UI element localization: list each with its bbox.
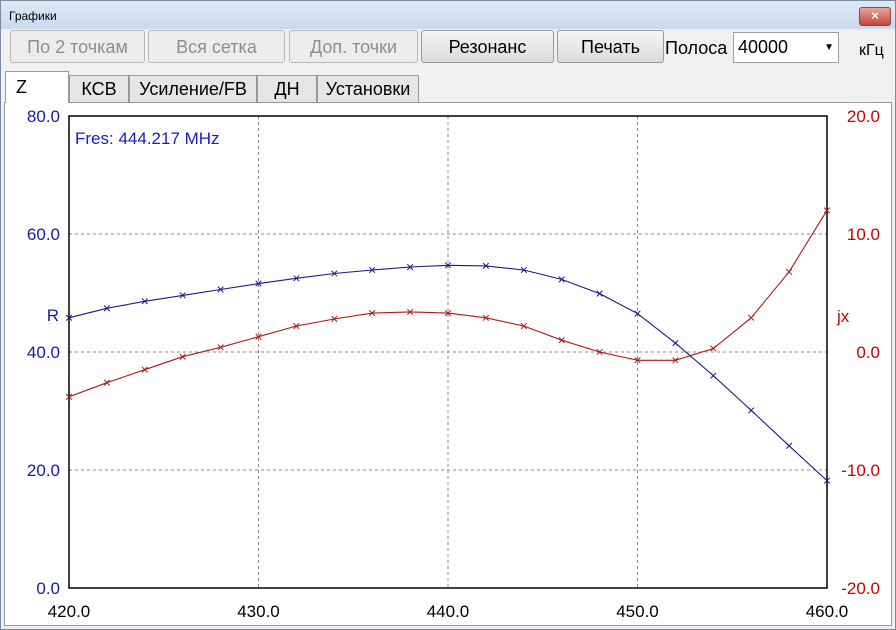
y-right-axis-label: jx bbox=[836, 307, 850, 326]
y-right-tick-label: 10.0 bbox=[847, 225, 880, 244]
two-points-button[interactable]: По 2 точкам bbox=[10, 30, 145, 63]
band-label: Полоса bbox=[665, 38, 728, 58]
print-button[interactable]: Печать bbox=[557, 30, 664, 63]
data-point-jx bbox=[748, 314, 755, 321]
title-bar[interactable]: Графики × bbox=[1, 1, 895, 29]
x-tick-label: 430.0 bbox=[237, 602, 280, 621]
data-point-jx bbox=[141, 366, 148, 373]
band-value: 40000 bbox=[738, 37, 789, 57]
tab-z[interactable]: Z bbox=[5, 71, 69, 103]
band-select[interactable]: 40000 ▼ bbox=[733, 32, 839, 63]
data-point-jx bbox=[785, 268, 793, 275]
data-point-jx bbox=[103, 379, 111, 386]
y-right-tick-label: 20.0 bbox=[847, 107, 880, 126]
tab-swr[interactable]: КСВ bbox=[69, 75, 129, 102]
data-point-R bbox=[748, 407, 755, 414]
y-left-tick-label: 40.0 bbox=[27, 343, 60, 362]
resonance-button[interactable]: Резонанс bbox=[421, 30, 554, 63]
chevron-down-icon: ▼ bbox=[824, 42, 834, 53]
window-title: Графики bbox=[9, 9, 57, 23]
y-left-tick-label: 80.0 bbox=[27, 107, 60, 126]
data-point-jx bbox=[710, 345, 717, 352]
extra-points-button[interactable]: Доп. точки bbox=[289, 30, 418, 63]
tab-gain-fb[interactable]: Усиление/FB bbox=[129, 75, 257, 102]
chart-panel: 420.0 430.0 440.0 450.0 460.0 0.0 20.0 40.0 60.0… bbox=[4, 102, 892, 626]
y-left-tick-label: 20.0 bbox=[27, 461, 60, 480]
resonance-annotation: Fres: 444.217 MHz bbox=[75, 129, 220, 148]
y-right-tick-label: -10.0 bbox=[841, 461, 880, 480]
x-tick-label: 460.0 bbox=[806, 602, 849, 621]
y-left-tick-label: 0.0 bbox=[36, 579, 60, 598]
data-point-R bbox=[672, 339, 679, 347]
y-right-tick-label: 0.0 bbox=[856, 343, 880, 362]
z-chart: 420.0 430.0 440.0 450.0 460.0 0.0 20.0 40.0 60.0… bbox=[27, 107, 880, 621]
x-tick-label: 420.0 bbox=[48, 602, 91, 621]
data-point-R bbox=[785, 442, 793, 449]
data-point-jx bbox=[558, 337, 565, 344]
close-icon: × bbox=[871, 8, 879, 23]
x-tick-label: 450.0 bbox=[616, 602, 659, 621]
data-point-R bbox=[710, 372, 717, 379]
y-left-tick-label: 60.0 bbox=[27, 225, 60, 244]
graphs-window: Графики × По 2 точкам Вся сетка Доп. точ… bbox=[0, 0, 896, 630]
y-left-axis-label: R bbox=[47, 306, 59, 325]
tab-settings[interactable]: Установки bbox=[317, 75, 419, 102]
data-point-R bbox=[596, 290, 603, 297]
band-unit: кГц bbox=[859, 42, 884, 59]
full-grid-button[interactable]: Вся сетка bbox=[148, 30, 285, 63]
close-button[interactable]: × bbox=[859, 7, 891, 26]
y-right-tick-label: -20.0 bbox=[841, 579, 880, 598]
tab-pattern[interactable]: ДН bbox=[257, 75, 317, 102]
x-tick-label: 440.0 bbox=[427, 602, 470, 621]
